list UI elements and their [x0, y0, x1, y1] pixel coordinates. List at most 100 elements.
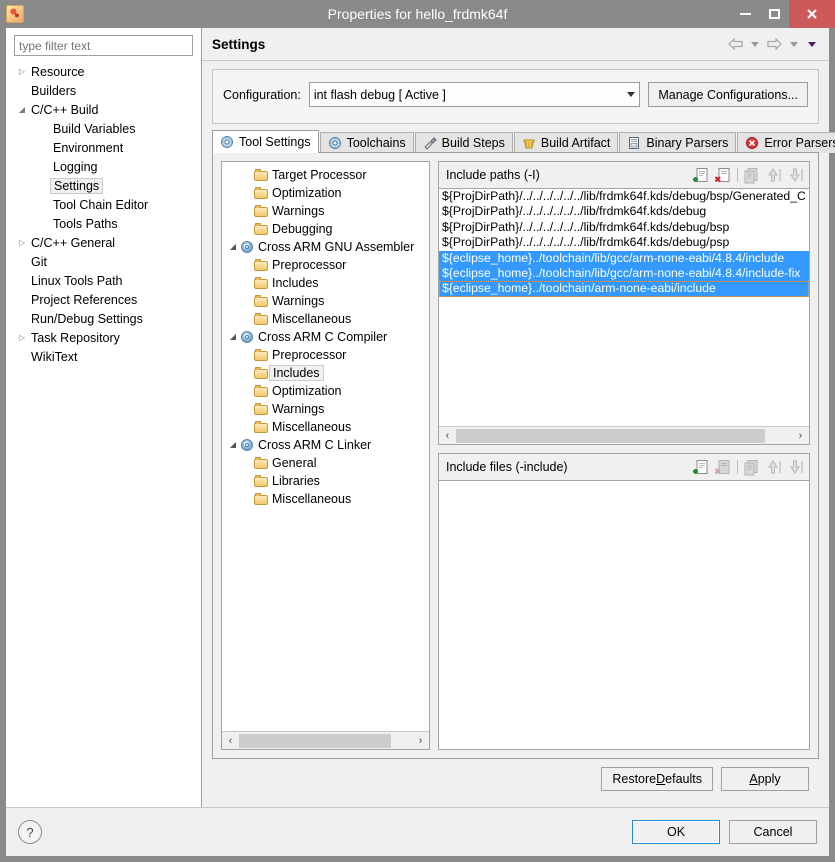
tool-tree-item-optimization[interactable]: Optimization — [222, 382, 429, 400]
scroll-track[interactable] — [239, 732, 412, 749]
sidebar-item-label: Project References — [31, 292, 138, 307]
tool-tree-item-miscellaneous[interactable]: Miscellaneous — [222, 418, 429, 436]
tool-tree-item-label: Warnings — [272, 402, 325, 416]
sidebar-item-tools-paths[interactable]: Tools Paths — [6, 214, 201, 233]
tab-build-artifact[interactable]: Build Artifact — [513, 132, 619, 153]
include-paths-block: Include paths (-I) ${ProjDirPath}/../../… — [438, 161, 810, 445]
configuration-select[interactable]: int flash debug [ Active ] — [308, 82, 641, 107]
collapse-triangle-icon[interactable]: ◢ — [226, 333, 240, 341]
tool-tree-hscrollbar[interactable]: ‹ › — [222, 731, 429, 749]
tab-tool-settings[interactable]: Tool Settings — [212, 130, 319, 153]
scroll-left-button[interactable]: ‹ — [439, 428, 456, 444]
scroll-thumb[interactable] — [456, 428, 766, 443]
tool-tree-item-libraries[interactable]: Libraries — [222, 472, 429, 490]
sidebar-item-label: Tool Chain Editor — [53, 197, 149, 212]
sidebar-item-c-c-general[interactable]: ▷ C/C++ General — [6, 233, 201, 252]
sidebar-item-project-references[interactable]: Project References — [6, 290, 201, 309]
help-icon[interactable]: ? — [18, 820, 42, 844]
include-paths-list[interactable]: ${ProjDirPath}/../../../../../../lib/frd… — [439, 189, 809, 426]
collapse-triangle-icon[interactable]: ◢ — [226, 441, 240, 449]
tab-binary-parsers[interactable]: Binary Parsers — [619, 132, 737, 153]
app-icon — [6, 5, 24, 23]
expand-triangle-icon[interactable]: ▷ — [14, 67, 30, 76]
add-include-path-icon[interactable] — [692, 166, 711, 184]
sidebar-item-environment[interactable]: Environment — [6, 138, 201, 157]
collapse-triangle-icon[interactable]: ◢ — [14, 105, 30, 114]
manage-configurations-button[interactable]: Manage Configurations... — [648, 82, 808, 107]
error-parsers-icon — [745, 136, 759, 150]
tab-label: Error Parsers — [764, 136, 835, 150]
tool-tree-item-cross-arm-gnu-assembler[interactable]: ◢ Cross ARM GNU Assembler — [222, 238, 429, 256]
sidebar-item-builders[interactable]: Builders — [6, 81, 201, 100]
scroll-track[interactable] — [456, 427, 792, 444]
sidebar-item-label: Task Repository — [31, 330, 120, 345]
include-path-row[interactable]: ${ProjDirPath}/../../../../../../lib/frd… — [439, 204, 809, 219]
build-steps-icon — [423, 137, 437, 150]
include-path-row[interactable]: ${eclipse_home}../toolchain/lib/gcc/arm-… — [439, 265, 809, 282]
maximize-button[interactable] — [760, 0, 789, 28]
expand-triangle-icon[interactable]: ▷ — [14, 238, 30, 247]
tool-tree-item-miscellaneous[interactable]: Miscellaneous — [222, 490, 429, 508]
include-path-row[interactable]: ${eclipse_home}../toolchain/lib/gcc/arm-… — [439, 250, 809, 266]
sidebar-item-wikitext[interactable]: WikiText — [6, 347, 201, 366]
back-arrow-icon[interactable] — [727, 37, 744, 51]
include-path-row[interactable]: ${ProjDirPath}/../../../../../../lib/frd… — [439, 189, 809, 204]
collapse-triangle-icon[interactable]: ◢ — [226, 243, 240, 251]
ok-button[interactable]: OK — [632, 820, 720, 844]
close-button[interactable] — [789, 0, 835, 28]
tab-error-parsers[interactable]: Error Parsers — [737, 132, 835, 153]
tab-build-steps[interactable]: Build Steps — [414, 132, 513, 153]
tool-tree-item-cross-arm-c-linker[interactable]: ◢ Cross ARM C Linker — [222, 436, 429, 454]
apply-button[interactable]: Apply — [721, 767, 809, 791]
tab-toolchains[interactable]: Toolchains — [319, 132, 414, 153]
forward-arrow-icon[interactable] — [766, 37, 783, 51]
include-files-list[interactable] — [439, 481, 809, 749]
sidebar-item-c-c-build[interactable]: ◢ C/C++ Build — [6, 100, 201, 119]
include-path-row[interactable]: ${ProjDirPath}/../../../../../../lib/frd… — [439, 220, 809, 235]
tool-tree-item-warnings[interactable]: Warnings — [222, 202, 429, 220]
include-paths-hscrollbar[interactable]: ‹ › — [439, 426, 809, 444]
tool-tree-item-debugging[interactable]: Debugging — [222, 220, 429, 238]
header-navigation — [727, 37, 819, 51]
sidebar-item-resource[interactable]: ▷ Resource — [6, 62, 201, 81]
tool-tree-item-target-processor[interactable]: Target Processor — [222, 166, 429, 184]
sidebar-item-settings[interactable]: Settings — [6, 176, 201, 195]
scroll-right-button[interactable]: › — [792, 428, 809, 444]
tab-label: Build Steps — [441, 136, 505, 150]
forward-history-chevron-down-icon[interactable] — [790, 41, 798, 47]
tool-tree-item-warnings[interactable]: Warnings — [222, 400, 429, 418]
scroll-thumb[interactable] — [239, 733, 392, 748]
tool-tree-item-optimization[interactable]: Optimization — [222, 184, 429, 202]
sidebar-item-label: Resource — [31, 64, 85, 79]
sidebar-item-linux-tools-path[interactable]: Linux Tools Path — [6, 271, 201, 290]
sidebar-item-git[interactable]: Git — [6, 252, 201, 271]
add-include-file-icon[interactable] — [692, 458, 711, 476]
cancel-button[interactable]: Cancel — [729, 820, 817, 844]
sidebar-item-build-variables[interactable]: Build Variables — [6, 119, 201, 138]
sidebar-item-task-repository[interactable]: ▷ Task Repository — [6, 328, 201, 347]
include-path-row[interactable]: ${eclipse_home}../toolchain/arm-none-eab… — [439, 281, 809, 297]
minimize-button[interactable] — [731, 0, 760, 28]
back-history-chevron-down-icon[interactable] — [751, 41, 759, 47]
tool-tree-item-cross-arm-c-compiler[interactable]: ◢ Cross ARM C Compiler — [222, 328, 429, 346]
tool-tree-item-general[interactable]: General — [222, 454, 429, 472]
restore-defaults-button[interactable]: Restore Defaults — [601, 767, 713, 791]
restore-defaults-pre: Restore — [612, 772, 657, 786]
scroll-right-button[interactable]: › — [412, 733, 429, 749]
include-path-row[interactable]: ${ProjDirPath}/../../../../../../lib/frd… — [439, 235, 809, 250]
tool-tree-item-warnings[interactable]: Warnings — [222, 292, 429, 310]
filter-input[interactable] — [14, 35, 193, 56]
tool-tree-item-includes[interactable]: Includes — [222, 364, 429, 382]
tool-tree-item-preprocessor[interactable]: Preprocessor — [222, 256, 429, 274]
sidebar-item-label: Settings — [50, 177, 104, 194]
sidebar-item-logging[interactable]: Logging — [6, 157, 201, 176]
scroll-left-button[interactable]: ‹ — [222, 733, 239, 749]
sidebar-item-run-debug-settings[interactable]: Run/Debug Settings — [6, 309, 201, 328]
tool-tree-item-preprocessor[interactable]: Preprocessor — [222, 346, 429, 364]
delete-include-path-icon[interactable] — [714, 166, 733, 184]
expand-triangle-icon[interactable]: ▷ — [14, 333, 30, 342]
tool-tree-item-includes[interactable]: Includes — [222, 274, 429, 292]
sidebar-item-tool-chain-editor[interactable]: Tool Chain Editor — [6, 195, 201, 214]
view-menu-chevron-down-icon[interactable] — [808, 41, 816, 47]
tool-tree-item-miscellaneous[interactable]: Miscellaneous — [222, 310, 429, 328]
